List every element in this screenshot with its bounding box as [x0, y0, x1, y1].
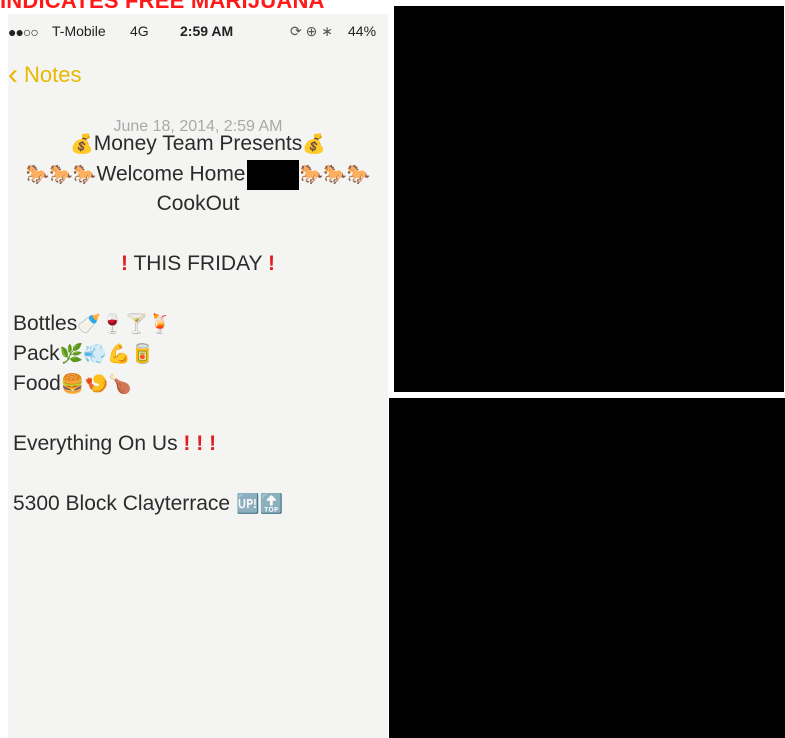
note-everything: Everything On Us — [13, 432, 178, 455]
note-friday: THIS FRIDAY — [133, 252, 263, 275]
horse-icon: 🐎 — [72, 164, 97, 186]
moneybag-icon: 💰 — [302, 134, 326, 155]
exclamation-icon: ! — [196, 432, 204, 455]
redaction-block-top — [394, 6, 784, 392]
note-line-pack: Pack🌿💨💪🥫 — [13, 342, 154, 366]
redaction-box — [246, 160, 299, 190]
horse-icon: 🐎 — [49, 164, 73, 186]
note-line-cookout: CookOut — [156, 192, 240, 215]
note-address: 5300 Block Clayterrace — [13, 492, 231, 515]
network-label: 4G — [130, 23, 149, 39]
note-line-bottles: Bottles🍼🍷🍸🍹 — [13, 312, 172, 336]
redaction-block-bottom — [389, 398, 785, 738]
status-bar: ●●○○ T-Mobile 4G 2:59 AM ⟳ ⊕ ∗ 44% — [8, 14, 388, 48]
note-line-everything: Everything On Us ! ! ! — [13, 432, 216, 456]
status-icons: ⟳ ⊕ ∗ — [290, 23, 333, 39]
note-line2: Welcome Home — [96, 162, 246, 186]
food-icon: 🍔🍤🍗 — [60, 374, 132, 395]
signal-icon: ●●○○ — [8, 24, 39, 40]
note-line-address: 5300 Block Clayterrace 🆙🔝 — [13, 492, 283, 516]
moneybag-icon: 💰 — [70, 134, 94, 155]
phone-screenshot: ●●○○ T-Mobile 4G 2:59 AM ⟳ ⊕ ∗ 44% ‹ Not… — [8, 14, 388, 738]
note-bottles: Bottles — [13, 312, 78, 335]
note-line1: Money Team Presents — [93, 132, 303, 155]
carrier-label: T-Mobile — [52, 23, 106, 39]
exclamation-icon: ! — [120, 252, 128, 275]
note-line-friday: ! THIS FRIDAY ! — [8, 252, 388, 276]
herb-icon: 🌿💨💪🥫 — [59, 344, 155, 365]
drinks-icon: 🍼🍷🍸🍹 — [77, 314, 172, 335]
up-top-icon: 🆙🔝 — [235, 494, 284, 515]
note-pack: Pack — [13, 342, 60, 365]
battery-label: 44% — [348, 23, 377, 39]
nav-bar: ‹ Notes — [8, 58, 388, 94]
horse-icon: 🐎 — [299, 164, 324, 186]
caption-title: INDICATES FREE MARIJUANA — [0, 0, 325, 13]
status-time: 2:59 AM — [180, 23, 234, 39]
chevron-left-icon: ‹ — [8, 58, 18, 91]
exclamation-icon: ! — [268, 252, 276, 275]
horse-icon: 🐎 — [25, 164, 50, 186]
horse-icon: 🐎 — [323, 164, 347, 186]
back-button[interactable]: ‹ Notes — [8, 58, 82, 91]
note-food: Food — [13, 372, 61, 395]
note-line-title: 💰Money Team Presents💰 — [8, 132, 388, 156]
note-line-food: Food🍔🍤🍗 — [13, 372, 132, 396]
horse-icon: 🐎 — [346, 164, 371, 186]
back-label: Notes — [24, 62, 82, 87]
note-line-welcome: 🐎🐎🐎Welcome Home 🐎🐎🐎 — [8, 160, 388, 190]
exclamation-icon: ! — [183, 432, 191, 455]
exclamation-icon: ! — [209, 432, 217, 455]
